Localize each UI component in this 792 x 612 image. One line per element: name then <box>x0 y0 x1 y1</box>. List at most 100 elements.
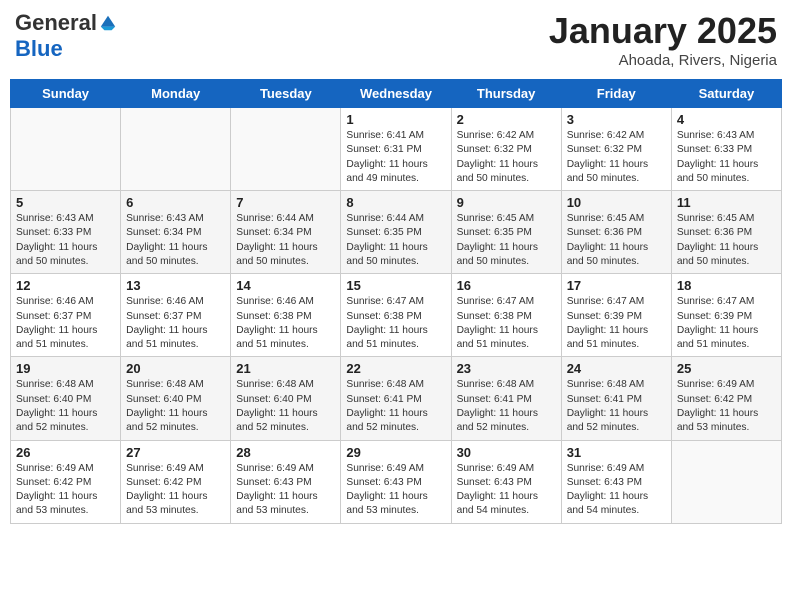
day-number: 1 <box>346 112 445 127</box>
header-friday: Friday <box>561 80 671 108</box>
calendar-week-0: 1 Sunrise: 6:41 AM Sunset: 6:31 PM Daylig… <box>11 108 782 191</box>
logo-general-text: General <box>15 10 97 36</box>
day-number: 15 <box>346 278 445 293</box>
header-saturday: Saturday <box>671 80 781 108</box>
day-info: Sunrise: 6:48 AM Sunset: 6:40 PM Dayligh… <box>236 378 335 435</box>
day-info: Sunrise: 6:46 AM Sunset: 6:37 PM Dayligh… <box>16 295 115 352</box>
day-info: Sunrise: 6:49 AM Sunset: 6:43 PM Dayligh… <box>236 462 335 519</box>
calendar-cell <box>671 440 781 523</box>
day-info: Sunrise: 6:49 AM Sunset: 6:42 PM Dayligh… <box>677 378 776 435</box>
day-info: Sunrise: 6:47 AM Sunset: 6:39 PM Dayligh… <box>567 295 666 352</box>
day-info: Sunrise: 6:49 AM Sunset: 6:42 PM Dayligh… <box>16 462 115 519</box>
calendar-cell: 7 Sunrise: 6:44 AM Sunset: 6:34 PM Daylig… <box>231 191 341 274</box>
day-number: 21 <box>236 361 335 376</box>
day-number: 24 <box>567 361 666 376</box>
calendar-cell: 24 Sunrise: 6:48 AM Sunset: 6:41 PM Dayli… <box>561 357 671 440</box>
calendar-week-3: 19Sunrise: 6:48 AM Sunset: 6:40 PM Dayli… <box>11 357 782 440</box>
day-info: Sunrise: 6:49 AM Sunset: 6:42 PM Dayligh… <box>126 462 225 519</box>
day-number: 10 <box>567 195 666 210</box>
day-number: 26 <box>16 445 115 460</box>
calendar-cell: 21 Sunrise: 6:48 AM Sunset: 6:40 PM Dayli… <box>231 357 341 440</box>
day-number: 7 <box>236 195 335 210</box>
logo: General Blue <box>15 10 117 62</box>
day-info: Sunrise: 6:47 AM Sunset: 6:38 PM Dayligh… <box>346 295 445 352</box>
day-info: Sunrise: 6:49 AM Sunset: 6:43 PM Dayligh… <box>567 462 666 519</box>
day-info: Sunrise: 6:46 AM Sunset: 6:38 PM Dayligh… <box>236 295 335 352</box>
day-number: 13 <box>126 278 225 293</box>
day-number: 31 <box>567 445 666 460</box>
calendar-cell: 15 Sunrise: 6:47 AM Sunset: 6:38 PM Dayli… <box>341 274 451 357</box>
day-number: 25 <box>677 361 776 376</box>
day-number: 20 <box>126 361 225 376</box>
calendar-week-4: 26 Sunrise: 6:49 AM Sunset: 6:42 PM Dayli… <box>11 440 782 523</box>
calendar-cell: 17 Sunrise: 6:47 AM Sunset: 6:39 PM Dayli… <box>561 274 671 357</box>
calendar-table: Sunday Monday Tuesday Wednesday Thursday… <box>10 79 782 524</box>
calendar-cell: 14 Sunrise: 6:46 AM Sunset: 6:38 PM Dayli… <box>231 274 341 357</box>
calendar-cell: 30 Sunrise: 6:49 AM Sunset: 6:43 PM Dayli… <box>451 440 561 523</box>
calendar-cell: 20 Sunrise: 6:48 AM Sunset: 6:40 PM Dayli… <box>121 357 231 440</box>
day-number: 22 <box>346 361 445 376</box>
calendar-cell: 18 Sunrise: 6:47 AM Sunset: 6:39 PM Dayli… <box>671 274 781 357</box>
calendar-cell: 28 Sunrise: 6:49 AM Sunset: 6:43 PM Dayli… <box>231 440 341 523</box>
calendar-cell: 4Sunrise: 6:43 AM Sunset: 6:33 PM Daylig… <box>671 108 781 191</box>
day-info: Sunrise: 6:49 AM Sunset: 6:43 PM Dayligh… <box>346 462 445 519</box>
day-info: Sunrise: 6:48 AM Sunset: 6:40 PM Dayligh… <box>16 378 115 435</box>
page-header: General Blue January 2025 Ahoada, Rivers… <box>10 10 782 69</box>
day-info: Sunrise: 6:48 AM Sunset: 6:41 PM Dayligh… <box>457 378 556 435</box>
day-number: 16 <box>457 278 556 293</box>
calendar-cell: 31 Sunrise: 6:49 AM Sunset: 6:43 PM Dayli… <box>561 440 671 523</box>
calendar-cell: 10 Sunrise: 6:45 AM Sunset: 6:36 PM Dayli… <box>561 191 671 274</box>
calendar-week-2: 12 Sunrise: 6:46 AM Sunset: 6:37 PM Dayli… <box>11 274 782 357</box>
day-info: Sunrise: 6:45 AM Sunset: 6:36 PM Dayligh… <box>567 212 666 269</box>
day-info: Sunrise: 6:41 AM Sunset: 6:31 PM Dayligh… <box>346 129 445 186</box>
day-number: 5 <box>16 195 115 210</box>
day-number: 29 <box>346 445 445 460</box>
day-info: Sunrise: 6:46 AM Sunset: 6:37 PM Dayligh… <box>126 295 225 352</box>
day-number: 28 <box>236 445 335 460</box>
day-info: Sunrise: 6:43 AM Sunset: 6:33 PM Dayligh… <box>16 212 115 269</box>
day-info: Sunrise: 6:48 AM Sunset: 6:40 PM Dayligh… <box>126 378 225 435</box>
day-info: Sunrise: 6:48 AM Sunset: 6:41 PM Dayligh… <box>346 378 445 435</box>
day-number: 3 <box>567 112 666 127</box>
day-info: Sunrise: 6:48 AM Sunset: 6:41 PM Dayligh… <box>567 378 666 435</box>
calendar-cell <box>231 108 341 191</box>
calendar-cell <box>11 108 121 191</box>
day-info: Sunrise: 6:49 AM Sunset: 6:43 PM Dayligh… <box>457 462 556 519</box>
day-number: 30 <box>457 445 556 460</box>
logo-icon <box>99 14 117 32</box>
day-info: Sunrise: 6:42 AM Sunset: 6:32 PM Dayligh… <box>457 129 556 186</box>
calendar-cell: 3 Sunrise: 6:42 AM Sunset: 6:32 PM Daylig… <box>561 108 671 191</box>
calendar-week-1: 5 Sunrise: 6:43 AM Sunset: 6:33 PM Daylig… <box>11 191 782 274</box>
day-number: 18 <box>677 278 776 293</box>
day-number: 11 <box>677 195 776 210</box>
day-number: 8 <box>346 195 445 210</box>
header-monday: Monday <box>121 80 231 108</box>
calendar-cell: 27 Sunrise: 6:49 AM Sunset: 6:42 PM Dayli… <box>121 440 231 523</box>
day-info: Sunrise: 6:42 AM Sunset: 6:32 PM Dayligh… <box>567 129 666 186</box>
calendar-cell <box>121 108 231 191</box>
day-info: Sunrise: 6:45 AM Sunset: 6:35 PM Dayligh… <box>457 212 556 269</box>
calendar-cell: 8Sunrise: 6:44 AM Sunset: 6:35 PM Daylig… <box>341 191 451 274</box>
header-wednesday: Wednesday <box>341 80 451 108</box>
day-info: Sunrise: 6:44 AM Sunset: 6:34 PM Dayligh… <box>236 212 335 269</box>
day-info: Sunrise: 6:45 AM Sunset: 6:36 PM Dayligh… <box>677 212 776 269</box>
calendar-title: January 2025 <box>549 10 777 52</box>
day-info: Sunrise: 6:47 AM Sunset: 6:38 PM Dayligh… <box>457 295 556 352</box>
day-number: 9 <box>457 195 556 210</box>
title-block: January 2025 Ahoada, Rivers, Nigeria <box>549 10 777 69</box>
day-number: 27 <box>126 445 225 460</box>
calendar-cell: 26 Sunrise: 6:49 AM Sunset: 6:42 PM Dayli… <box>11 440 121 523</box>
calendar-cell: 9 Sunrise: 6:45 AM Sunset: 6:35 PM Daylig… <box>451 191 561 274</box>
calendar-cell: 2 Sunrise: 6:42 AM Sunset: 6:32 PM Daylig… <box>451 108 561 191</box>
day-info: Sunrise: 6:43 AM Sunset: 6:34 PM Dayligh… <box>126 212 225 269</box>
day-number: 6 <box>126 195 225 210</box>
day-number: 17 <box>567 278 666 293</box>
day-number: 12 <box>16 278 115 293</box>
calendar-cell: 5 Sunrise: 6:43 AM Sunset: 6:33 PM Daylig… <box>11 191 121 274</box>
day-info: Sunrise: 6:47 AM Sunset: 6:39 PM Dayligh… <box>677 295 776 352</box>
day-number: 2 <box>457 112 556 127</box>
calendar-cell: 22 Sunrise: 6:48 AM Sunset: 6:41 PM Dayli… <box>341 357 451 440</box>
day-number: 4 <box>677 112 776 127</box>
calendar-cell: 13 Sunrise: 6:46 AM Sunset: 6:37 PM Dayli… <box>121 274 231 357</box>
day-number: 14 <box>236 278 335 293</box>
